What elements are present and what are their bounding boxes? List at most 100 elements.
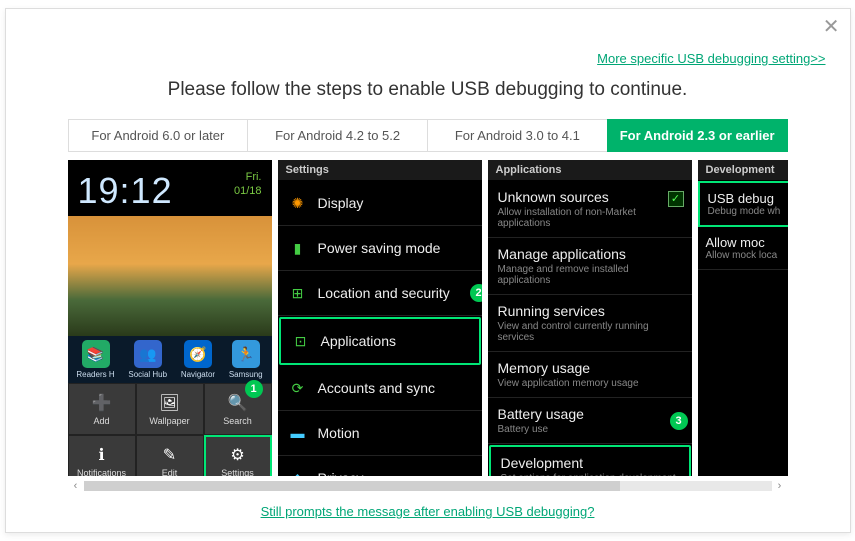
settings-item-label: Motion — [318, 425, 360, 441]
app-item-title: Manage applications — [498, 246, 626, 262]
settings-item-label: Privacy — [318, 470, 364, 476]
instruction-panels[interactable]: 19:12 Fri. 01/18 📚 Readers H 👥 Social Hu… — [68, 160, 788, 476]
tab-android-6[interactable]: For Android 6.0 or later — [68, 119, 249, 152]
applications-item: Running services View and control curren… — [488, 295, 692, 352]
app-item-title: Battery usage — [498, 406, 584, 422]
search-icon: 🔍 — [228, 393, 248, 413]
app-item-title: Memory usage — [498, 360, 591, 376]
app-item-subtitle: View application memory usage — [498, 378, 639, 389]
tab-android-23[interactable]: For Android 2.3 or earlier — [607, 119, 788, 152]
settings-item: ⊡ Applications — [279, 317, 481, 365]
app-icon: 🧭 — [184, 340, 212, 368]
app-icon: 👥 — [134, 340, 162, 368]
scroll-track[interactable] — [84, 481, 772, 491]
applications-item: Unknown sources Allow installation of no… — [488, 181, 692, 238]
clock-display: 19:12 — [78, 170, 173, 212]
applications-header: Applications — [488, 160, 692, 181]
settings-item: ✺ Display — [278, 181, 482, 226]
settings-item-icon: ⊞ — [288, 283, 308, 303]
dev-item-subtitle: Debug mode wh — [708, 206, 782, 217]
android-version-tabs: For Android 6.0 or later For Android 4.2… — [68, 119, 788, 152]
settings-item: ▬ Motion — [278, 411, 482, 456]
app-label: Social Hub — [128, 370, 167, 379]
scroll-thumb[interactable] — [84, 481, 621, 491]
dock-app: 🧭 Navigator — [181, 340, 215, 379]
app-label: Readers H — [76, 370, 114, 379]
menu-notifications: ℹ Notifications — [68, 435, 136, 476]
tab-android-30[interactable]: For Android 3.0 to 4.1 — [427, 119, 608, 152]
settings-icon: ⚙ — [230, 445, 244, 465]
menu-label: Edit — [162, 468, 178, 477]
settings-item: ⟳ Accounts and sync — [278, 366, 482, 411]
add-icon: ➕ — [92, 393, 112, 413]
day-label: Fri. — [234, 170, 262, 184]
still-prompts-link[interactable]: Still prompts the message after enabling… — [261, 504, 595, 519]
options-menu: ➕ Add 🖼 Wallpaper 1 🔍 Search ℹ Notificat… — [68, 383, 272, 476]
app-item-title: Running services — [498, 303, 605, 319]
more-settings-link[interactable]: More specific USB debugging setting>> — [597, 51, 825, 66]
app-item-subtitle: View and control currently running servi… — [498, 321, 682, 343]
modal-heading: Please follow the steps to enable USB de… — [6, 79, 850, 101]
dock-app: 👥 Social Hub — [128, 340, 167, 379]
menu-edit: ✎ Edit — [136, 435, 204, 476]
step-badge: 2 — [470, 284, 482, 302]
dock-app: 🏃 Samsung — [229, 340, 263, 379]
tab-android-42[interactable]: For Android 4.2 to 5.2 — [247, 119, 428, 152]
settings-header: Settings — [278, 160, 482, 181]
dock-apps: 📚 Readers H 👥 Social Hub 🧭 Navigator 🏃 S… — [68, 336, 272, 383]
settings-item-label: Applications — [321, 333, 397, 349]
settings-item: ⊞ Location and security 2 — [278, 271, 482, 316]
menu-add: ➕ Add — [68, 383, 136, 435]
applications-item: Manage applications Manage and remove in… — [488, 238, 692, 295]
applications-item: Memory usage View application memory usa… — [488, 352, 692, 398]
step-badge: 3 — [670, 412, 688, 430]
horizontal-scrollbar[interactable]: ‹ › — [68, 478, 788, 494]
dev-item-subtitle: Allow mock loca — [706, 250, 784, 261]
close-icon[interactable]: ✕ — [823, 17, 840, 37]
menu-label: Add — [93, 416, 109, 426]
screenshot-applications: Applications Unknown sources Allow insta… — [488, 160, 692, 476]
dev-item-title: Allow moc — [706, 235, 784, 250]
settings-item-label: Power saving mode — [318, 240, 441, 256]
app-label: Samsung — [229, 370, 263, 379]
development-item: Allow moc Allow mock loca — [698, 227, 788, 270]
app-item-title: Development — [501, 455, 584, 471]
app-item-title: Unknown sources — [498, 189, 609, 205]
menu-label: Notifications — [77, 468, 126, 477]
scroll-right-icon[interactable]: › — [772, 480, 788, 492]
screenshot-development: Development USB debug Debug mode wh Allo… — [698, 160, 788, 476]
dock-app: 📚 Readers H — [76, 340, 114, 379]
checkbox-icon: ✓ — [668, 191, 684, 207]
app-icon: 📚 — [82, 340, 110, 368]
settings-item: ▮ Power saving mode — [278, 226, 482, 271]
settings-item-icon: ◆ — [288, 468, 308, 476]
wallpaper-icon: 🖼 — [159, 393, 179, 413]
development-item: USB debug Debug mode wh — [698, 181, 788, 227]
screenshot-home: 19:12 Fri. 01/18 📚 Readers H 👥 Social Hu… — [68, 160, 272, 476]
applications-item: Development Set options for application … — [489, 445, 691, 476]
step-badge: 1 — [245, 380, 263, 398]
wallpaper — [68, 216, 272, 336]
menu-settings: ⚙ Settings — [204, 435, 272, 476]
settings-item: ◆ Privacy — [278, 456, 482, 476]
menu-search: 1 🔍 Search — [204, 383, 272, 435]
menu-wallpaper: 🖼 Wallpaper — [136, 383, 204, 435]
app-item-subtitle: Set options for application development — [501, 473, 676, 476]
development-header: Development — [698, 160, 788, 181]
edit-icon: ✎ — [163, 445, 176, 465]
applications-item: Battery usage Battery use 3 — [488, 398, 692, 444]
settings-item-icon: ▬ — [288, 423, 308, 443]
scroll-left-icon[interactable]: ‹ — [68, 480, 84, 492]
app-icon: 🏃 — [232, 340, 260, 368]
settings-item-icon: ▮ — [288, 238, 308, 258]
usb-debug-modal: ✕ More specific USB debugging setting>> … — [5, 8, 851, 533]
app-label: Navigator — [181, 370, 215, 379]
app-item-subtitle: Allow installation of non-Market applica… — [498, 207, 682, 229]
settings-item-label: Accounts and sync — [318, 380, 436, 396]
settings-item-icon: ⊡ — [291, 331, 311, 351]
app-item-subtitle: Manage and remove installed applications — [498, 264, 682, 286]
settings-item-label: Display — [318, 195, 364, 211]
troubleshoot-link-row: Still prompts the message after enabling… — [6, 504, 850, 519]
dev-item-title: USB debug — [708, 191, 782, 206]
settings-item-icon: ⟳ — [288, 378, 308, 398]
